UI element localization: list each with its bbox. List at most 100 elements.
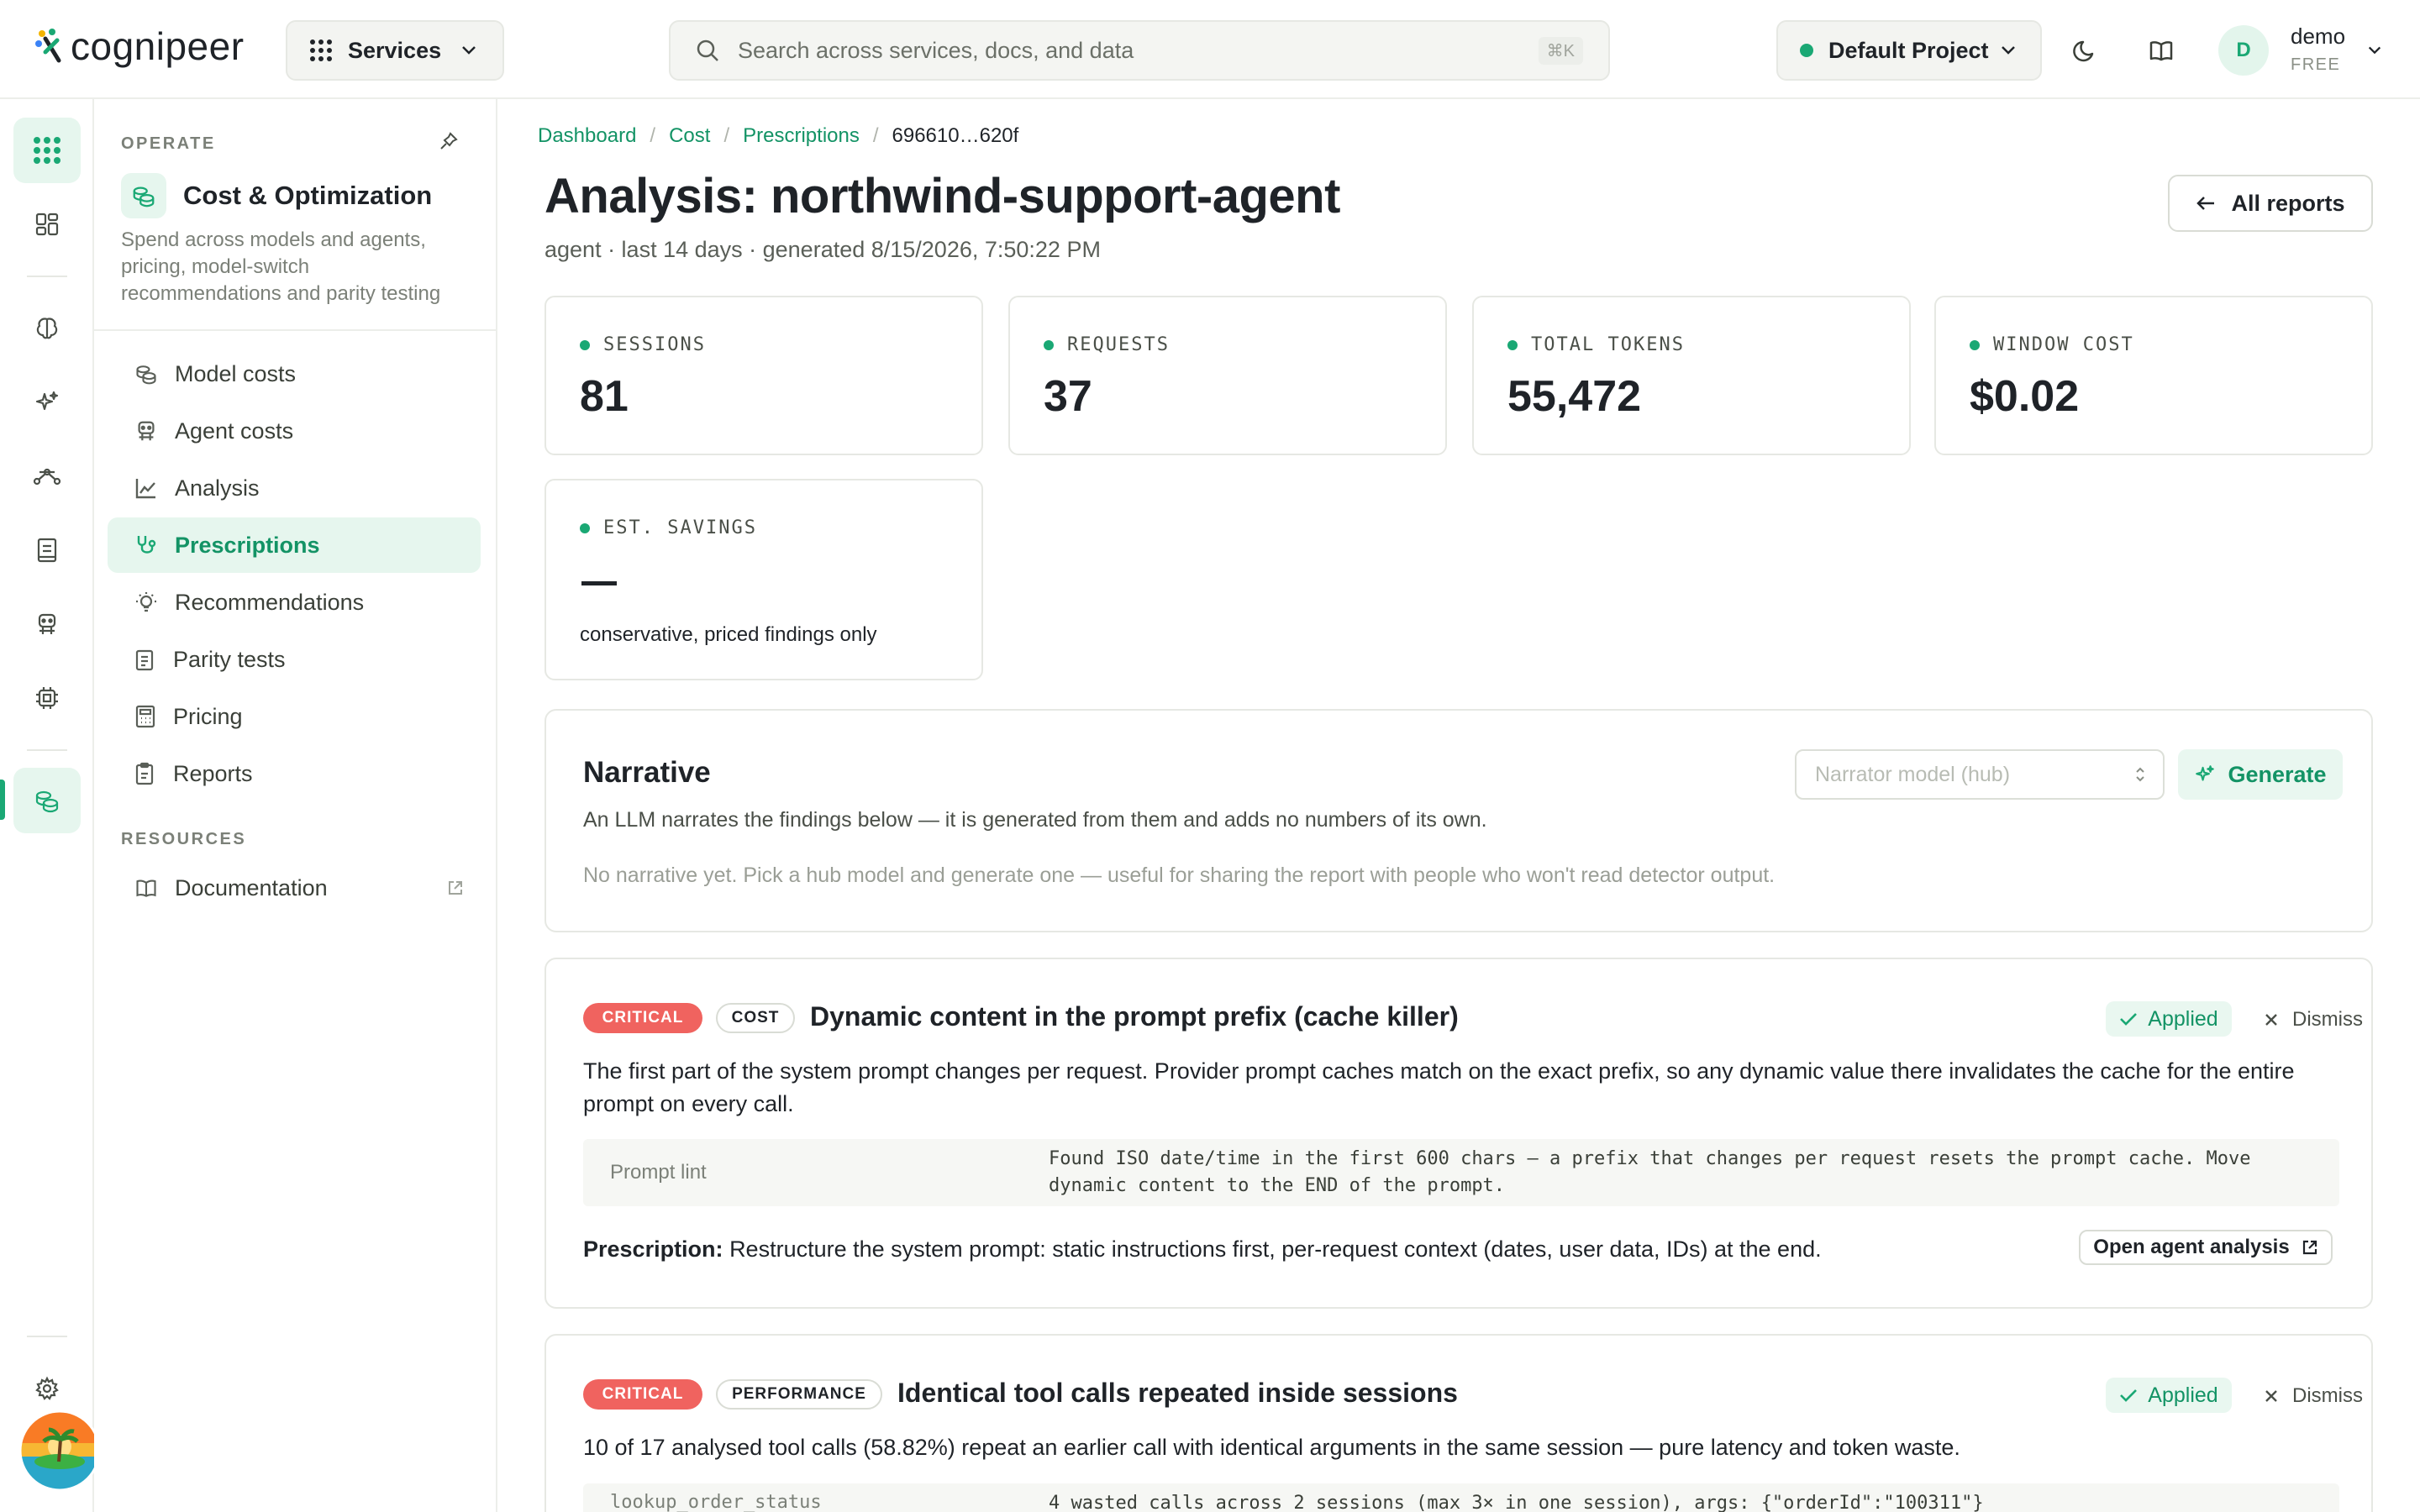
coins-icon (133, 186, 155, 207)
chart-icon (135, 479, 155, 499)
sidebar-item-prescriptions[interactable]: Prescriptions (108, 517, 481, 573)
sidebar-item-pricing[interactable]: Pricing (108, 689, 481, 744)
breadcrumb-prescriptions[interactable]: Prescriptions (743, 124, 860, 148)
settings-icon (35, 1376, 59, 1400)
applied-status[interactable]: Applied (2106, 1001, 2232, 1037)
sidebar-item-recommendations[interactable]: Recommendations (108, 575, 481, 630)
top-bar: cognipeer Services Search across service… (0, 0, 2420, 99)
user-menu[interactable]: D demo FREE (2218, 22, 2382, 79)
rail-item-notebooks[interactable] (13, 517, 81, 583)
clipboard-icon (135, 649, 154, 671)
generate-label: Generate (2228, 761, 2327, 787)
sidebar-item-analysis[interactable]: Analysis (108, 460, 481, 516)
sidebar-divider (94, 329, 496, 331)
dismiss-button[interactable]: Dismiss (2264, 1008, 2363, 1032)
dismiss-button[interactable]: Dismiss (2264, 1384, 2363, 1408)
sidebar-section-operate: OPERATE (121, 134, 216, 153)
severity-badge: CRITICAL (583, 1003, 702, 1033)
category-badge: COST (716, 1003, 795, 1033)
grid-dots-icon (310, 39, 332, 61)
narrative-empty-state: No narrative yet. Pick a hub model and g… (583, 864, 1776, 887)
stat-value: — (580, 554, 623, 605)
breadcrumb-separator: / (650, 124, 656, 147)
lightbulb-icon (136, 592, 156, 612)
generate-button[interactable]: Generate (2178, 749, 2343, 800)
evidence-text: 4 wasted calls across 2 sessions (max 3×… (1049, 1493, 1984, 1512)
open-agent-analysis-button[interactable]: Open agent analysis (2079, 1230, 2333, 1265)
prescription-body: Restructure the system prompt: static in… (729, 1236, 1822, 1262)
rail-item-dashboard[interactable] (13, 192, 81, 257)
narrator-model-select[interactable]: Narrator model (hub) (1795, 749, 2165, 800)
agent-icon (38, 613, 56, 634)
stat-note: conservative, priced findings only (580, 623, 877, 646)
finding-title: Dynamic content in the prompt prefix (ca… (810, 1001, 1459, 1032)
breadcrumb-current: 696610…620f (892, 124, 1019, 147)
evidence-source: Prompt lint (610, 1161, 707, 1184)
dashboard-icon (35, 213, 59, 236)
category-badge: PERFORMANCE (716, 1379, 882, 1410)
applied-status[interactable]: Applied (2106, 1378, 2232, 1413)
global-search-input[interactable]: Search across services, docs, and data ⌘… (669, 20, 1610, 81)
user-plan: FREE (2291, 55, 2341, 74)
book-icon (136, 879, 156, 897)
breadcrumb-dashboard[interactable]: Dashboard (538, 124, 636, 148)
select-arrows-icon (2136, 767, 2144, 782)
project-selector[interactable]: Default Project (1776, 20, 2042, 81)
sidebar-item-label: Pricing (173, 703, 243, 729)
breadcrumb-separator: / (872, 124, 879, 147)
rail-item-workflows[interactable] (13, 444, 81, 509)
rail-item-cost[interactable] (13, 768, 81, 833)
stat-card-total-tokens: TOTAL TOKENS 55,472 (1472, 296, 1911, 455)
rail-item-compute[interactable] (13, 665, 81, 731)
notebook-icon (37, 538, 57, 563)
sidebar-item-model-costs[interactable]: Model costs (108, 346, 481, 402)
rail-item-models[interactable] (13, 296, 81, 361)
pin-button[interactable] (439, 131, 459, 155)
docs-button[interactable] (2144, 34, 2178, 67)
evidence-text: Found ISO date/time in the first 600 cha… (1049, 1148, 2251, 1196)
sidebar-section-resources: RESOURCES (121, 830, 247, 848)
services-button[interactable]: Services (286, 20, 504, 81)
open-agent-analysis-label: Open agent analysis (2093, 1236, 2290, 1258)
rail-active-indicator (0, 780, 5, 820)
rail-item-services[interactable] (13, 118, 81, 183)
sparkles-icon (2196, 765, 2215, 781)
stat-card-requests: REQUESTS 37 (1008, 296, 1447, 455)
status-dot (580, 339, 590, 350)
agent-icon (138, 421, 155, 441)
breadcrumb-cost[interactable]: Cost (669, 124, 710, 148)
sidebar-item-label: Prescriptions (175, 532, 320, 558)
rail-item-agents[interactable] (13, 591, 81, 657)
grid-icon (34, 137, 60, 164)
dismiss-label: Dismiss (2292, 1384, 2363, 1407)
services-label: Services (348, 37, 442, 63)
close-icon (2265, 1014, 2277, 1026)
logo[interactable]: cognipeer (34, 24, 245, 69)
prescription-text: Prescription: Restructure the system pro… (583, 1236, 1822, 1263)
sidebar-item-documentation[interactable]: Documentation (108, 860, 481, 916)
island-avatar-icon (18, 1410, 101, 1492)
finding-title: Identical tool calls repeated inside ses… (897, 1378, 1458, 1408)
logo-mark-icon (35, 29, 61, 63)
report-icon (135, 762, 154, 785)
stat-label: REQUESTS (1067, 334, 1170, 355)
rail-divider (27, 749, 67, 751)
workspace-avatar[interactable] (18, 1410, 101, 1492)
sidebar-item-agent-costs[interactable]: Agent costs (108, 403, 481, 459)
rail-item-ai[interactable] (13, 370, 81, 435)
applied-label: Applied (2148, 1006, 2218, 1031)
sidebar-item-parity-tests[interactable]: Parity tests (108, 632, 481, 687)
stat-card-est-savings: EST. SAVINGS — conservative, priced find… (544, 479, 983, 680)
sidebar-header: Cost & Optimization (121, 173, 432, 218)
external-link-icon (449, 881, 462, 895)
page-subtitle: agent · last 14 days · generated 8/15/20… (544, 237, 1101, 262)
all-reports-button[interactable]: All reports (2168, 175, 2373, 232)
logo-text: cognipeer (71, 24, 245, 68)
dark-mode-toggle[interactable] (2069, 34, 2102, 67)
narrative-title: Narrative (583, 756, 711, 789)
sidebar-item-reports[interactable]: Reports (108, 746, 481, 801)
stat-label: WINDOW COST (1993, 334, 2134, 355)
finding-card: CRITICAL COST Dynamic content in the pro… (544, 958, 2373, 1309)
narrative-description: An LLM narrates the findings below — it … (583, 808, 1487, 832)
finding-card: CRITICAL PERFORMANCE Identical tool call… (544, 1334, 2373, 1512)
